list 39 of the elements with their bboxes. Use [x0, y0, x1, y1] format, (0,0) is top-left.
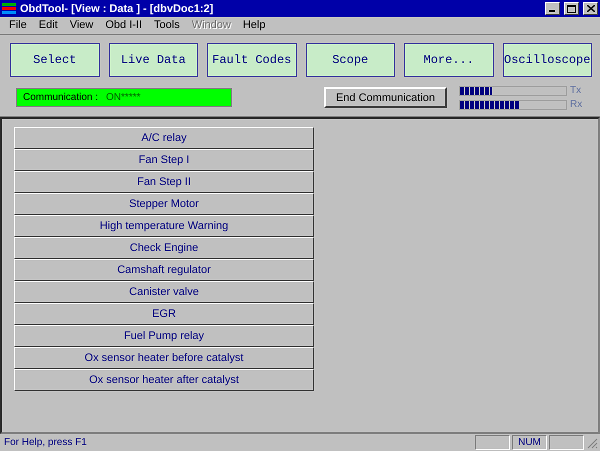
output-item-button[interactable]: EGR: [14, 303, 314, 325]
communication-status: ON*****: [106, 92, 140, 103]
toolbar-button[interactable]: Fault Codes: [207, 43, 296, 77]
num-lock-indicator: NUM: [512, 435, 547, 450]
output-item-button[interactable]: Fan Step I: [14, 149, 314, 171]
toolbar-button[interactable]: Scope: [306, 43, 395, 77]
end-communication-button[interactable]: End Communication: [324, 87, 447, 108]
output-item-button[interactable]: A/C relay: [14, 127, 314, 149]
output-item-button[interactable]: Canister valve: [14, 281, 314, 303]
window-title: ObdTool- [View : Data ] - [dbvDoc1:2]: [20, 2, 214, 14]
output-item-button[interactable]: Camshaft regulator: [14, 259, 314, 281]
menu-item[interactable]: Help: [242, 19, 266, 32]
maximize-icon: [567, 4, 576, 12]
menu-item[interactable]: Obd I-II: [105, 19, 142, 32]
meter-label: Tx: [570, 85, 582, 96]
app-icon: [2, 2, 16, 14]
menu-item[interactable]: Tools: [154, 19, 180, 32]
status-help-text: For Help, press F1: [4, 437, 88, 448]
output-item-button[interactable]: Check Engine: [14, 237, 314, 259]
toolbar-button[interactable]: Select: [10, 43, 100, 77]
menu-item[interactable]: Edit: [38, 19, 58, 32]
output-item-button[interactable]: Ox sensor heater after catalyst: [14, 369, 314, 391]
output-item-button[interactable]: High temperature Warning: [14, 215, 314, 237]
meter-label: Rx: [570, 99, 582, 110]
output-item-button[interactable]: Fan Step II: [14, 171, 314, 193]
toolbar-button[interactable]: More...: [404, 43, 494, 77]
menu-item[interactable]: View: [70, 19, 94, 32]
toolbar-button[interactable]: Live Data: [108, 43, 198, 77]
close-button[interactable]: [583, 2, 598, 15]
close-icon: [586, 5, 594, 12]
output-item-button[interactable]: Fuel Pump relay: [14, 325, 314, 347]
communication-label: Communication :: [23, 92, 98, 103]
maximize-button[interactable]: [564, 2, 579, 15]
output-item-button[interactable]: Stepper Motor: [14, 193, 314, 215]
output-item-button[interactable]: Ox sensor heater before catalyst: [14, 347, 314, 369]
toolbar-button[interactable]: Oscilloscope: [502, 43, 592, 77]
menu-item[interactable]: File: [9, 19, 27, 32]
minimize-button[interactable]: [545, 2, 560, 15]
resize-grip-icon: [586, 436, 598, 448]
